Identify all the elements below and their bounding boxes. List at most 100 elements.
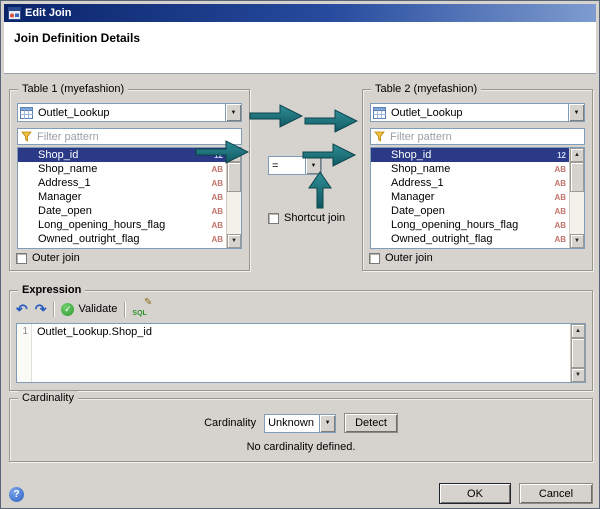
table2-filter[interactable]: [370, 128, 585, 145]
cardinality-select[interactable]: Unknown ▼: [264, 414, 336, 433]
cardinality-group: Cardinality Cardinality Unknown ▼ Detect…: [9, 398, 593, 462]
checkbox-box: [16, 253, 27, 264]
table1-table-select[interactable]: Outlet_Lookup ▼: [17, 103, 242, 122]
cancel-button[interactable]: Cancel: [519, 483, 593, 504]
cardinality-dropdown-button[interactable]: ▼: [319, 415, 335, 432]
column-name: Date_open: [391, 205, 554, 217]
scroll-thumb[interactable]: [571, 338, 585, 368]
ok-button[interactable]: OK: [439, 483, 511, 504]
table1-select-dropdown-button[interactable]: ▼: [225, 104, 241, 121]
dialog-header: Join Definition Details: [4, 22, 596, 74]
string-type-icon: AB: [554, 193, 566, 202]
shortcut-join-checkbox[interactable]: Shortcut join: [268, 212, 345, 224]
table2-group: Table 2 (myefashion) Outlet_Lookup ▼: [362, 89, 593, 271]
scroll-down-button[interactable]: ▼: [571, 368, 585, 382]
column-row[interactable]: Shop_name AB: [371, 162, 569, 176]
column-name: Shop_id: [391, 149, 557, 161]
validate-check-icon: ✓: [61, 303, 74, 316]
column-name: Address_1: [38, 177, 211, 189]
table-icon: [373, 107, 386, 119]
chevron-down-icon: ▼: [574, 110, 580, 116]
column-row[interactable]: Manager AB: [371, 190, 569, 204]
column-name: Shop_name: [38, 163, 211, 175]
scroll-down-button[interactable]: ▼: [570, 234, 584, 248]
table2-column-rows: Shop_id 12 Shop_name AB Address_1 AB Man…: [371, 148, 569, 248]
cardinality-status: No cardinality defined.: [10, 441, 592, 453]
column-name: Manager: [38, 191, 211, 203]
column-row[interactable]: Date_open AB: [18, 204, 226, 218]
string-type-icon: AB: [211, 235, 223, 244]
column-row-shop-id[interactable]: Shop_id 12: [371, 148, 569, 162]
table2-table-select[interactable]: Outlet_Lookup ▼: [370, 103, 585, 122]
column-row[interactable]: Long_opening_hours_flag AB: [18, 218, 226, 232]
table1-outer-join-checkbox[interactable]: Outer join: [16, 252, 80, 264]
cardinality-label: Cardinality: [204, 417, 256, 429]
scroll-down-icon: ▼: [575, 372, 581, 378]
column-row[interactable]: Manager AB: [18, 190, 226, 204]
shortcut-join-label: Shortcut join: [284, 212, 345, 224]
toolbar-separator: [53, 302, 54, 317]
redo-icon[interactable]: ↷: [35, 302, 47, 316]
cardinality-group-title: Cardinality: [18, 391, 78, 405]
column-row[interactable]: Owned_outright_flag AB: [18, 232, 226, 246]
string-type-icon: AB: [211, 179, 223, 188]
line-number: 1: [22, 326, 28, 337]
scroll-thumb[interactable]: [570, 162, 584, 192]
sql-label: SQL: [132, 310, 146, 317]
pencil-icon: ✎: [144, 298, 152, 308]
table2-filter-input[interactable]: [388, 130, 581, 144]
toolbar-separator: [124, 302, 125, 317]
expression-editor[interactable]: 1 Outlet_Lookup.Shop_id ▲ ▼: [16, 323, 586, 383]
column-name: Shop_id: [38, 149, 214, 161]
annotation-arrow-right-1: [249, 103, 303, 129]
expression-toolbar: ↶ ↷ ✓ Validate ✎ SQL: [16, 299, 152, 319]
column-name: Shop_name: [391, 163, 554, 175]
table1-group: Table 1 (myefashion) Outlet_Lookup ▼: [9, 89, 250, 271]
string-type-icon: AB: [211, 221, 223, 230]
filter-funnel-icon: [21, 131, 32, 142]
undo-icon[interactable]: ↶: [16, 302, 28, 316]
table1-group-title: Table 1 (myefashion): [18, 82, 128, 96]
outer-join-label: Outer join: [385, 252, 433, 264]
numeric-type-icon: 12: [557, 151, 566, 160]
validate-button[interactable]: ✓ Validate: [61, 303, 117, 316]
scroll-down-icon: ▼: [231, 238, 237, 244]
cardinality-value: Unknown: [265, 417, 319, 429]
column-name: Date_open: [38, 205, 211, 217]
app-icon: [8, 7, 21, 20]
scroll-up-button[interactable]: ▲: [571, 324, 585, 338]
editor-scrollbar[interactable]: ▲ ▼: [570, 324, 585, 382]
column-name: Long_opening_hours_flag: [38, 219, 211, 231]
scroll-down-button[interactable]: ▼: [227, 234, 241, 248]
title-bar: Edit Join: [4, 4, 596, 22]
scroll-up-button[interactable]: ▲: [570, 148, 584, 162]
line-number-gutter: 1: [17, 324, 32, 382]
column-row[interactable]: Long_opening_hours_flag AB: [371, 218, 569, 232]
detect-button[interactable]: Detect: [344, 413, 398, 433]
annotation-arrow-right-4: [301, 142, 357, 168]
annotation-arrow-right-3: [195, 139, 249, 165]
table2-list-scrollbar[interactable]: ▲ ▼: [569, 148, 584, 248]
column-name: Owned_outright_flag: [391, 233, 554, 245]
table-icon: [20, 107, 33, 119]
table2-select-dropdown-button[interactable]: ▼: [568, 104, 584, 121]
table2-group-title: Table 2 (myefashion): [371, 82, 481, 96]
scroll-thumb[interactable]: [227, 162, 241, 192]
column-row[interactable]: Address_1 AB: [18, 176, 226, 190]
column-name: Owned_outright_flag: [38, 233, 211, 245]
column-row[interactable]: Address_1 AB: [371, 176, 569, 190]
edit-sql-icon[interactable]: ✎ SQL: [132, 301, 152, 317]
edit-join-dialog: Edit Join Join Definition Details Table …: [0, 0, 600, 509]
column-row[interactable]: Owned_outright_flag AB: [371, 232, 569, 246]
expression-group: Expression ↶ ↷ ✓ Validate ✎ SQL 1 Outlet…: [9, 290, 593, 391]
help-button[interactable]: ?: [9, 487, 24, 502]
string-type-icon: AB: [211, 165, 223, 174]
annotation-arrow-right-2: [304, 108, 358, 134]
table2-outer-join-checkbox[interactable]: Outer join: [369, 252, 433, 264]
column-row[interactable]: Date_open AB: [371, 204, 569, 218]
window-title: Edit Join: [25, 7, 71, 19]
column-name: Manager: [391, 191, 554, 203]
string-type-icon: AB: [211, 207, 223, 216]
chevron-down-icon: ▼: [325, 420, 331, 426]
annotation-arrow-up: [307, 171, 333, 209]
